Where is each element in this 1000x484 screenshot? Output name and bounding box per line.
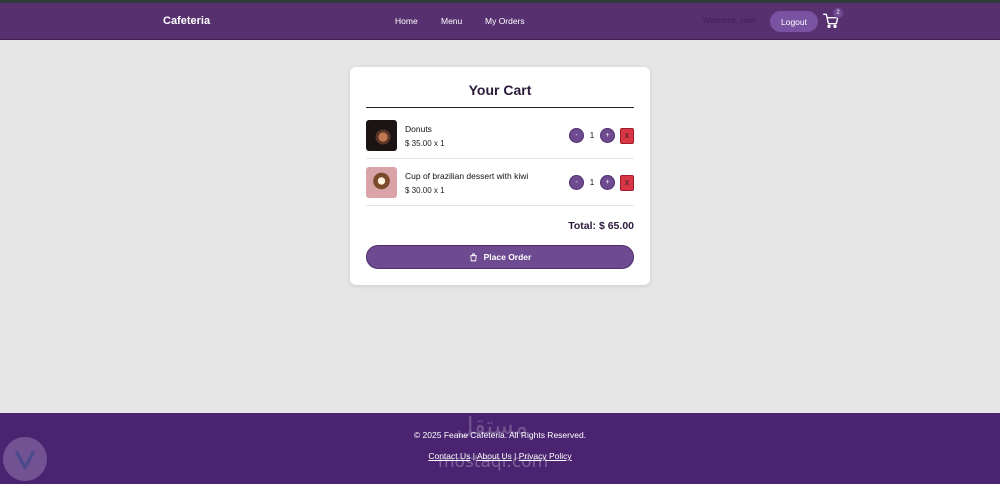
increase-quantity-button[interactable]: + [600, 175, 615, 190]
nav-link-home[interactable]: Home [395, 16, 418, 26]
item-name: Cup of brazilian dessert with kiwi [405, 171, 529, 181]
cart-total: Total: $ 65.00 [568, 220, 634, 232]
item-quantity: 1 [589, 178, 595, 187]
place-order-label: Place Order [483, 252, 532, 262]
cart-card: Your Cart Donuts $ 35.00 x 1 - 1 + X Cup… [350, 67, 650, 285]
watermark-logo-icon [3, 437, 47, 481]
increase-quantity-button[interactable]: + [600, 128, 615, 143]
decrease-quantity-button[interactable]: - [569, 128, 584, 143]
donuts-image [366, 120, 397, 151]
shopping-bag-icon [470, 252, 477, 261]
item-name: Donuts [405, 124, 432, 134]
title-divider [366, 107, 634, 108]
decrease-quantity-button[interactable]: - [569, 175, 584, 190]
item-price: $ 30.00 x 1 [405, 186, 445, 195]
nav-link-menu[interactable]: Menu [441, 16, 462, 26]
brand-logo[interactable]: Cafeteria [163, 15, 210, 27]
watermark-latin: mostaqi.com [438, 452, 549, 472]
remove-item-button[interactable]: X [620, 128, 634, 144]
remove-item-button[interactable]: X [620, 175, 634, 191]
cart-item: Cup of brazilian dessert with kiwi $ 30.… [366, 160, 634, 206]
cart-count-badge: 2 [833, 8, 843, 18]
navbar: Cafeteria Home Menu My Orders Welcome, u… [0, 3, 1000, 40]
item-price: $ 35.00 x 1 [405, 139, 445, 148]
cart-title: Your Cart [468, 82, 532, 98]
place-order-button[interactable]: Place Order [366, 245, 634, 269]
nav-link-my-orders[interactable]: My Orders [485, 16, 525, 26]
cart-item: Donuts $ 35.00 x 1 - 1 + X [366, 113, 634, 159]
logout-button[interactable]: Logout [770, 11, 818, 32]
watermark-arabic: مستقل [456, 412, 528, 440]
item-quantity: 1 [589, 131, 595, 140]
brazilian-dessert-image [366, 167, 397, 198]
welcome-text: Welcome, user [703, 16, 757, 25]
